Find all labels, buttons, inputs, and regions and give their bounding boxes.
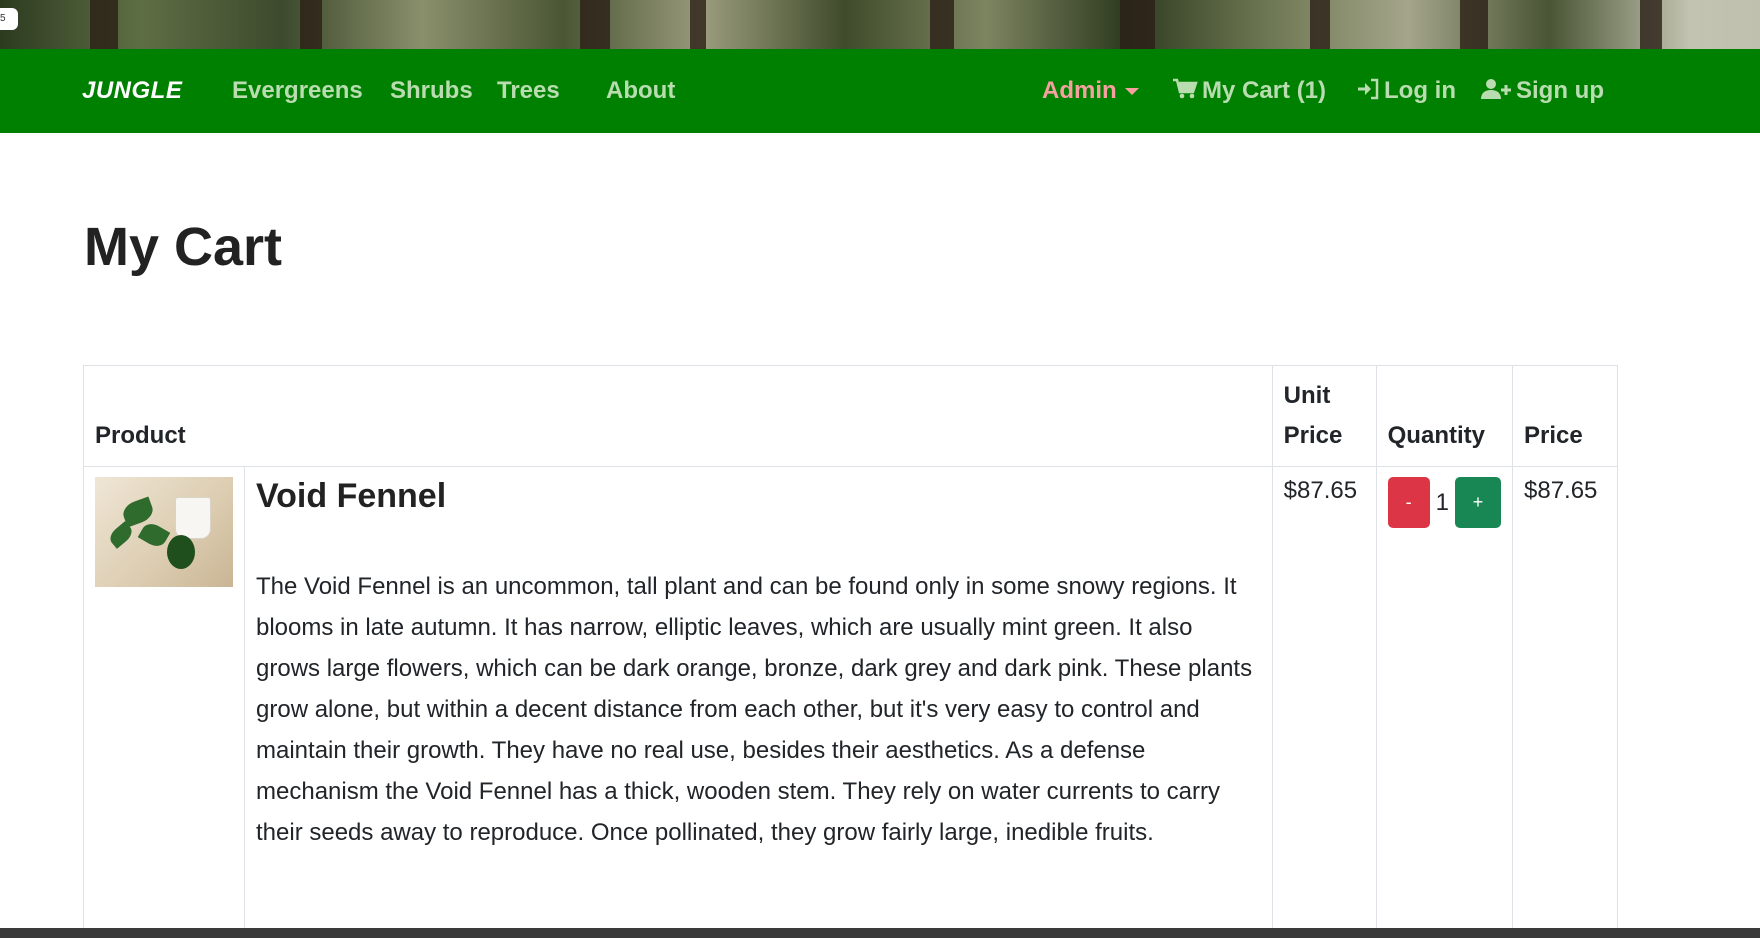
tree-trunk (1640, 0, 1662, 49)
tree-trunk (300, 0, 322, 49)
leaf (167, 535, 195, 569)
caret-down-icon (1124, 88, 1139, 96)
table-row: Void Fennel The Void Fennel is an uncomm… (83, 466, 1618, 937)
user-plus-icon (1481, 79, 1511, 99)
admin-dropdown[interactable]: Admin (1042, 77, 1139, 105)
table-header-row: Product Unit Price Quantity Price (83, 365, 1618, 467)
product-name[interactable]: Void Fennel (256, 477, 1261, 516)
quantity-stepper: - 1 + (1387, 477, 1501, 528)
my-cart-label: My Cart (1) (1202, 77, 1327, 104)
leaf (137, 519, 171, 551)
tree-trunk (580, 0, 610, 49)
price-cell: $87.65 (1512, 466, 1618, 937)
tree-trunk (930, 0, 954, 49)
page-title: My Cart (84, 217, 283, 277)
login-link[interactable]: Log in (1356, 77, 1456, 105)
increase-quantity-button[interactable]: + (1455, 477, 1501, 528)
tree-trunk (1310, 0, 1330, 49)
nav-link-shrubs[interactable]: Shrubs (390, 77, 473, 105)
header-product: Product (83, 365, 1273, 467)
forest-header-image: 5 (0, 0, 1760, 49)
admin-label: Admin (1042, 77, 1117, 104)
header-quantity: Quantity (1375, 365, 1514, 467)
header-unit-price: Unit Price (1271, 365, 1377, 467)
product-info-cell: Void Fennel The Void Fennel is an uncomm… (244, 466, 1273, 937)
tree-trunk (90, 0, 118, 49)
tree-trunk (1120, 0, 1155, 49)
cart-table: Product Unit Price Quantity Price Void F… (83, 365, 1618, 937)
login-icon (1358, 78, 1379, 100)
plant-pot (175, 497, 211, 539)
product-image[interactable] (95, 477, 233, 587)
product-description: The Void Fennel is an uncommon, tall pla… (256, 573, 1253, 846)
cart-icon (1173, 78, 1198, 99)
nav-link-evergreens[interactable]: Evergreens (232, 77, 363, 105)
navbar: JUNGLE Evergreens Shrubs Trees About Adm… (0, 49, 1760, 133)
brand-logo[interactable]: JUNGLE (82, 77, 182, 105)
unit-price-cell: $87.65 (1271, 466, 1377, 937)
quantity-value: 1 (1435, 488, 1449, 516)
product-image-cell (83, 466, 245, 937)
corner-tag: 5 (0, 8, 18, 30)
nav-link-trees[interactable]: Trees (497, 77, 560, 105)
tree-trunk (690, 0, 706, 49)
login-label: Log in (1384, 77, 1456, 104)
header-price: Price (1512, 365, 1618, 467)
decrease-quantity-button[interactable]: - (1387, 477, 1430, 528)
nav-link-about[interactable]: About (606, 77, 675, 105)
my-cart-link[interactable]: My Cart (1) (1172, 77, 1326, 105)
window-bottom-edge (0, 928, 1760, 938)
signup-label: Sign up (1516, 77, 1604, 104)
tree-trunk (1460, 0, 1488, 49)
quantity-cell: - 1 + (1375, 466, 1514, 937)
signup-link[interactable]: Sign up (1480, 77, 1604, 105)
